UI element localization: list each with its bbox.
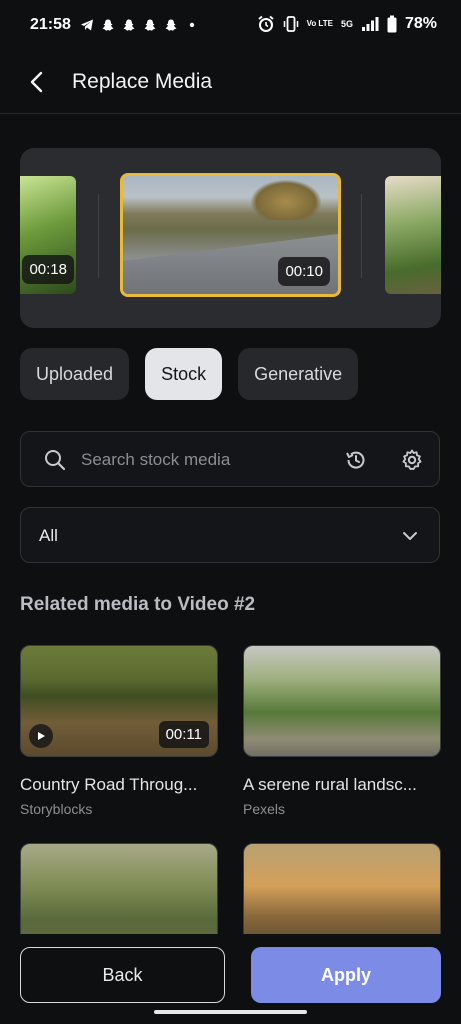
status-bar: 21:58 Vo LTE 5G 78% <box>0 0 461 50</box>
hay-cart-image <box>251 180 321 220</box>
app-header: Replace Media <box>0 52 461 114</box>
snapchat-icon <box>102 19 114 31</box>
carousel-thumb-next[interactable] <box>385 176 441 294</box>
back-button[interactable]: Back <box>20 947 225 1003</box>
apply-button[interactable]: Apply <box>251 947 441 1003</box>
media-card[interactable]: 00:11 Country Road Throug... Storyblocks <box>20 645 218 817</box>
media-card[interactable]: A serene rural landsc... Pexels <box>243 645 441 817</box>
chevron-down-icon <box>403 532 417 540</box>
page-title: Replace Media <box>72 70 213 93</box>
battery-icon <box>387 15 397 33</box>
volte-indicator: Vo LTE <box>306 19 333 28</box>
search-input[interactable] <box>81 446 331 474</box>
telegram-icon <box>81 19 93 31</box>
battery-percentage: 78% <box>404 15 437 32</box>
search-icon <box>45 450 66 471</box>
media-title: Country Road Throug... <box>20 775 198 794</box>
media-source-tabs: Uploaded Stock Generative <box>20 348 359 400</box>
media-title: A serene rural landsc... <box>243 775 417 794</box>
signal-icon <box>361 17 379 31</box>
duration-badge: 00:11 <box>158 721 209 748</box>
home-indicator[interactable] <box>154 1010 307 1014</box>
media-source: Storyblocks <box>20 801 93 817</box>
play-icon[interactable] <box>29 724 53 748</box>
notification-icons <box>80 16 199 34</box>
carousel-thumb-selected[interactable]: 00:10 <box>120 173 341 297</box>
snapchat-icon <box>123 19 135 31</box>
dot-icon <box>189 22 195 28</box>
tab-stock[interactable]: Stock <box>145 348 223 400</box>
tab-generative[interactable]: Generative <box>238 348 359 400</box>
dropdown-value: All <box>39 526 58 545</box>
vibrate-icon <box>283 16 298 32</box>
media-thumbnail[interactable]: 00:11 <box>20 645 218 757</box>
system-icons: Vo LTE 5G 78% <box>257 14 437 34</box>
duration-badge: 00:18 <box>22 255 74 284</box>
duration-badge: 00:10 <box>278 257 330 286</box>
gear-icon[interactable] <box>400 448 424 472</box>
history-icon[interactable] <box>344 448 368 472</box>
divider <box>98 194 99 278</box>
carousel-thumb-prev[interactable]: 00:18 <box>20 176 76 294</box>
section-title: Related media to Video #2 <box>20 594 256 615</box>
status-time: 21:58 <box>30 16 71 33</box>
snapchat-icon <box>144 19 156 31</box>
search-bar <box>20 431 440 487</box>
video-carousel[interactable]: 00:18 00:10 <box>20 148 441 328</box>
network-type: 5G <box>340 19 353 29</box>
divider <box>361 194 362 278</box>
media-thumbnail[interactable] <box>243 645 441 757</box>
media-source: Pexels <box>243 801 286 817</box>
media-type-dropdown[interactable]: All <box>20 507 440 563</box>
chevron-left-icon <box>30 71 43 93</box>
back-arrow-button[interactable] <box>22 67 52 97</box>
alarm-icon <box>258 15 274 32</box>
tab-uploaded[interactable]: Uploaded <box>20 348 130 400</box>
snapchat-icon <box>165 19 177 31</box>
